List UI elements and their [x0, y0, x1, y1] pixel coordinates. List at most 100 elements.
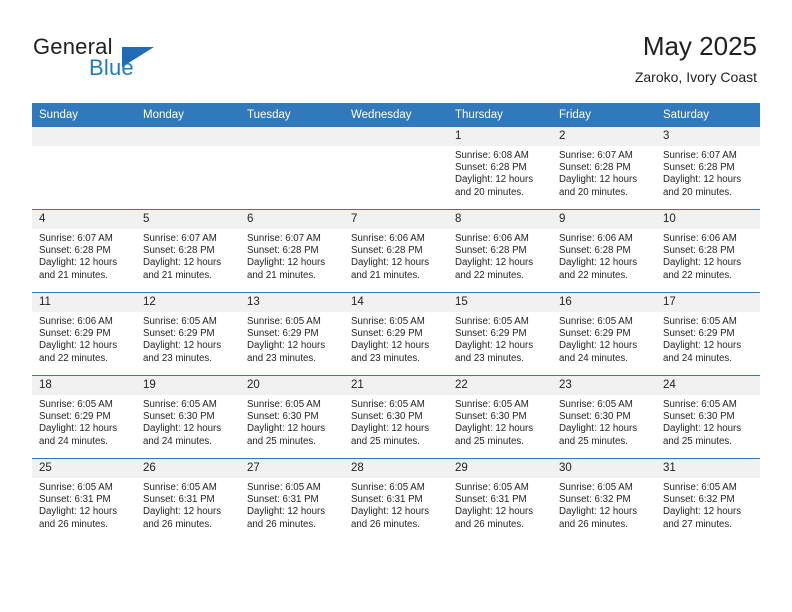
day-details: Sunrise: 6:05 AM Sunset: 6:31 PM Daylight:… [344, 478, 448, 531]
day-number [344, 127, 448, 146]
daylight-text-line2: and 26 minutes. [247, 518, 316, 530]
calendar-day-cell[interactable]: 11 Sunrise: 6:06 AM Sunset: 6:29 PM Dayligh… [32, 292, 136, 376]
daylight-text-line2: and 21 minutes. [39, 269, 108, 281]
calendar-week-row: 1 Sunrise: 6:08 AM Sunset: 6:28 PM Daylight… [32, 127, 760, 210]
calendar-day-cell[interactable]: 23 Sunrise: 6:05 AM Sunset: 6:30 PM Dayligh… [552, 375, 656, 459]
day-details: Sunrise: 6:05 AM Sunset: 6:31 PM Daylight:… [448, 478, 552, 531]
calendar-day-cell[interactable]: 29 Sunrise: 6:05 AM Sunset: 6:31 PM Dayligh… [448, 458, 552, 541]
sunrise-text: Sunrise: 6:08 AM [455, 150, 529, 161]
sunrise-text: Sunrise: 6:05 AM [663, 316, 737, 327]
calendar-day-cell[interactable]: 15 Sunrise: 6:05 AM Sunset: 6:29 PM Dayligh… [448, 292, 552, 376]
sunrise-text: Sunrise: 6:05 AM [559, 399, 633, 410]
sunrise-text: Sunrise: 6:06 AM [559, 233, 633, 244]
sunrise-text: Sunrise: 6:05 AM [559, 316, 633, 327]
calendar-day-cell[interactable]: 28 Sunrise: 6:05 AM Sunset: 6:31 PM Dayligh… [344, 458, 448, 541]
calendar-day-cell[interactable]: 1 Sunrise: 6:08 AM Sunset: 6:28 PM Daylight… [448, 127, 552, 210]
day-number: 19 [136, 376, 240, 395]
weekday-header-tuesday: Tuesday [240, 103, 344, 127]
daylight-text-line1: Daylight: 12 hours [663, 174, 742, 186]
calendar-day-cell[interactable]: 12 Sunrise: 6:05 AM Sunset: 6:29 PM Dayligh… [136, 292, 240, 376]
day-number: 15 [448, 293, 552, 312]
weekday-header-wednesday: Wednesday [344, 103, 448, 127]
sunset-text: Sunset: 6:29 PM [559, 328, 631, 340]
daylight-text-line1: Daylight: 12 hours [559, 257, 638, 269]
calendar-day-cell[interactable]: 8 Sunrise: 6:06 AM Sunset: 6:28 PM Daylight… [448, 209, 552, 293]
day-details: Sunrise: 6:07 AM Sunset: 6:28 PM Daylight:… [552, 146, 656, 199]
sunrise-text: Sunrise: 6:05 AM [559, 482, 633, 493]
brand-logo[interactable]: General Blue [33, 36, 273, 88]
calendar-page: General Blue May 2025 Zaroko, Ivory Coas… [0, 0, 792, 612]
calendar-day-cell[interactable]: 6 Sunrise: 6:07 AM Sunset: 6:28 PM Daylight… [240, 209, 344, 293]
day-details: Sunrise: 6:06 AM Sunset: 6:28 PM Daylight:… [552, 229, 656, 282]
calendar-day-cell[interactable]: 16 Sunrise: 6:05 AM Sunset: 6:29 PM Dayligh… [552, 292, 656, 376]
calendar-day-cell[interactable]: 19 Sunrise: 6:05 AM Sunset: 6:30 PM Dayligh… [136, 375, 240, 459]
day-details: Sunrise: 6:05 AM Sunset: 6:31 PM Daylight:… [240, 478, 344, 531]
daylight-text-line2: and 23 minutes. [351, 352, 420, 364]
sunset-text: Sunset: 6:31 PM [39, 494, 111, 506]
sunrise-text: Sunrise: 6:06 AM [39, 316, 113, 327]
daylight-text-line2: and 24 minutes. [663, 352, 732, 364]
sunset-text: Sunset: 6:28 PM [559, 162, 631, 174]
weekday-header-monday: Monday [136, 103, 240, 127]
daylight-text-line2: and 22 minutes. [39, 352, 108, 364]
calendar-day-cell[interactable]: 20 Sunrise: 6:05 AM Sunset: 6:30 PM Dayligh… [240, 375, 344, 459]
daylight-text-line1: Daylight: 12 hours [351, 506, 430, 518]
sunset-text: Sunset: 6:31 PM [351, 494, 423, 506]
daylight-text-line1: Daylight: 12 hours [39, 506, 118, 518]
calendar-day-cell[interactable]: 13 Sunrise: 6:05 AM Sunset: 6:29 PM Dayligh… [240, 292, 344, 376]
calendar-day-cell[interactable]: 3 Sunrise: 6:07 AM Sunset: 6:28 PM Daylight… [656, 127, 760, 210]
title-block: May 2025 Zaroko, Ivory Coast [635, 30, 757, 86]
day-details: Sunrise: 6:07 AM Sunset: 6:28 PM Daylight:… [32, 229, 136, 282]
sunset-text: Sunset: 6:28 PM [663, 245, 735, 257]
daylight-text-line2: and 26 minutes. [559, 518, 628, 530]
daylight-text-line1: Daylight: 12 hours [663, 506, 742, 518]
brand-name-blue: Blue [89, 55, 134, 80]
calendar-day-cell[interactable]: 18 Sunrise: 6:05 AM Sunset: 6:29 PM Dayligh… [32, 375, 136, 459]
sunrise-text: Sunrise: 6:05 AM [455, 399, 529, 410]
calendar-day-cell[interactable]: 2 Sunrise: 6:07 AM Sunset: 6:28 PM Daylight… [552, 127, 656, 210]
calendar-day-cell[interactable]: 30 Sunrise: 6:05 AM Sunset: 6:32 PM Dayligh… [552, 458, 656, 541]
day-details: Sunrise: 6:05 AM Sunset: 6:32 PM Daylight:… [552, 478, 656, 531]
calendar-day-cell[interactable]: 10 Sunrise: 6:06 AM Sunset: 6:28 PM Dayligh… [656, 209, 760, 293]
daylight-text-line1: Daylight: 12 hours [559, 174, 638, 186]
calendar-day-cell[interactable]: 31 Sunrise: 6:05 AM Sunset: 6:32 PM Dayligh… [656, 458, 760, 541]
sunset-text: Sunset: 6:28 PM [455, 245, 527, 257]
day-number: 26 [136, 459, 240, 478]
sunset-text: Sunset: 6:32 PM [663, 494, 735, 506]
page-subtitle: Zaroko, Ivory Coast [634, 69, 757, 85]
sunrise-text: Sunrise: 6:05 AM [663, 399, 737, 410]
daylight-text-line2: and 23 minutes. [143, 352, 212, 364]
calendar-day-cell[interactable]: 22 Sunrise: 6:05 AM Sunset: 6:30 PM Dayligh… [448, 375, 552, 459]
daylight-text-line2: and 22 minutes. [663, 269, 732, 281]
daylight-text-line1: Daylight: 12 hours [455, 257, 534, 269]
day-details: Sunrise: 6:05 AM Sunset: 6:30 PM Daylight:… [136, 395, 240, 448]
calendar-day-cell[interactable]: 5 Sunrise: 6:07 AM Sunset: 6:28 PM Daylight… [136, 209, 240, 293]
day-details: Sunrise: 6:05 AM Sunset: 6:31 PM Daylight:… [32, 478, 136, 531]
sunset-text: Sunset: 6:29 PM [143, 328, 215, 340]
daylight-text-line2: and 21 minutes. [247, 269, 316, 281]
calendar-day-cell[interactable]: 26 Sunrise: 6:05 AM Sunset: 6:31 PM Dayligh… [136, 458, 240, 541]
calendar-day-cell[interactable]: 27 Sunrise: 6:05 AM Sunset: 6:31 PM Dayligh… [240, 458, 344, 541]
calendar-day-cell[interactable]: 14 Sunrise: 6:05 AM Sunset: 6:29 PM Dayligh… [344, 292, 448, 376]
calendar-day-cell[interactable]: 9 Sunrise: 6:06 AM Sunset: 6:28 PM Daylight… [552, 209, 656, 293]
calendar-day-cell[interactable]: 25 Sunrise: 6:05 AM Sunset: 6:31 PM Dayligh… [32, 458, 136, 541]
sunset-text: Sunset: 6:29 PM [351, 328, 423, 340]
daylight-text-line1: Daylight: 12 hours [247, 506, 326, 518]
calendar-day-cell[interactable]: 21 Sunrise: 6:05 AM Sunset: 6:30 PM Dayligh… [344, 375, 448, 459]
calendar-day-cell[interactable]: 24 Sunrise: 6:05 AM Sunset: 6:30 PM Dayligh… [656, 375, 760, 459]
daylight-text-line1: Daylight: 12 hours [559, 506, 638, 518]
sunrise-text: Sunrise: 6:07 AM [247, 233, 321, 244]
sunset-text: Sunset: 6:29 PM [663, 328, 735, 340]
daylight-text-line2: and 25 minutes. [559, 435, 628, 447]
day-number: 1 [448, 127, 552, 146]
daylight-text-line1: Daylight: 12 hours [143, 257, 222, 269]
daylight-text-line2: and 25 minutes. [663, 435, 732, 447]
day-details: Sunrise: 6:05 AM Sunset: 6:30 PM Daylight:… [656, 395, 760, 448]
day-number: 9 [552, 210, 656, 229]
calendar-day-cell[interactable]: 7 Sunrise: 6:06 AM Sunset: 6:28 PM Daylight… [344, 209, 448, 293]
sunset-text: Sunset: 6:31 PM [143, 494, 215, 506]
calendar-week-row: 25 Sunrise: 6:05 AM Sunset: 6:31 PM Dayligh… [32, 458, 760, 541]
calendar-day-cell[interactable]: 17 Sunrise: 6:05 AM Sunset: 6:29 PM Dayligh… [656, 292, 760, 376]
calendar-day-cell[interactable]: 4 Sunrise: 6:07 AM Sunset: 6:28 PM Daylight… [32, 209, 136, 293]
sunrise-text: Sunrise: 6:05 AM [663, 482, 737, 493]
